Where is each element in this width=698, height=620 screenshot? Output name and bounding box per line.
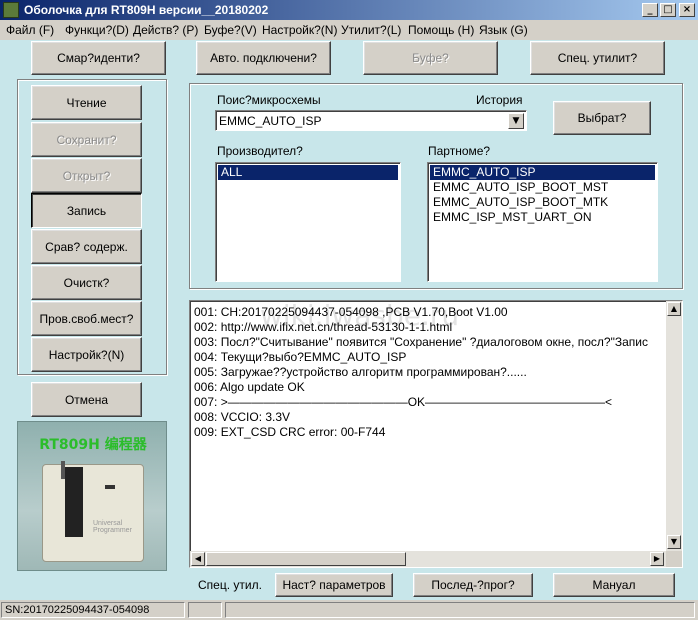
led-icon [105, 485, 115, 489]
log-line: 006: Algo update OK [194, 380, 305, 394]
list-item[interactable]: EMMC_AUTO_ISP [430, 165, 655, 180]
chip-search-label: Поис?микросхемы [217, 93, 321, 107]
scroll-up-icon[interactable]: ▲ [667, 302, 681, 316]
menu-functions[interactable]: Функци?(D) [65, 23, 129, 37]
settings-button[interactable]: Настройк?(N) [31, 337, 142, 372]
menu-bar: Файл (F) Функци?(D) Действ? (P) Буфе?(V)… [0, 20, 698, 40]
maximize-button[interactable]: □ [660, 3, 676, 17]
status-bar: SN:20170225094437-054098 [0, 600, 698, 620]
scroll-right-icon[interactable]: ▶ [650, 552, 664, 566]
horizontal-scrollbar[interactable]: ◀ ▶ [190, 551, 666, 567]
list-item[interactable]: EMMC_AUTO_ISP_BOOT_MST [430, 180, 655, 195]
device-label: RT809H 编程器 [39, 437, 147, 453]
manufacturer-label: Производител? [217, 144, 303, 158]
buffer-button[interactable]: Буфе? [363, 41, 498, 75]
log-line: 003: Посл?"Считывание" появится "Сохране… [194, 335, 648, 349]
last-program-button[interactable]: Послед-?прог? [413, 573, 533, 597]
compare-button[interactable]: Срав? содерж. [31, 229, 142, 264]
device-caption: Universal Programmer [93, 520, 132, 534]
parameters-button[interactable]: Наст? параметров [275, 573, 393, 597]
list-item[interactable]: EMMC_ISP_MST_UART_ON [430, 210, 655, 225]
chip-select-value: EMMC_AUTO_ISP [219, 114, 322, 128]
special-util-label: Спец. утил. [198, 578, 262, 592]
check-free-space-button[interactable]: Пров.своб.мест? [31, 301, 142, 336]
list-item[interactable]: EMMC_AUTO_ISP_BOOT_MTK [430, 195, 655, 210]
manufacturer-list[interactable]: ALL [215, 162, 401, 282]
partnumber-list[interactable]: EMMC_AUTO_ISP EMMC_AUTO_ISP_BOOT_MST EMM… [427, 162, 658, 282]
window-title: Оболочка для RT809H версии__20180202 [24, 3, 269, 17]
select-chip-button[interactable]: Выбрат? [553, 101, 651, 135]
chevron-down-icon[interactable]: ▼ [508, 113, 524, 129]
read-button[interactable]: Чтение [31, 85, 142, 120]
menu-buffer[interactable]: Буфе?(V) [204, 23, 257, 37]
menu-settings[interactable]: Настройк?(N) [262, 23, 337, 37]
socket-lever-icon [61, 461, 65, 479]
device-image: RT809H 编程器 Universal Programmer [17, 421, 167, 571]
log-line: 001: CH:20170225094437-054098 ,PCB V1.70… [194, 305, 508, 319]
smart-id-button[interactable]: Смар?иденти? [31, 41, 166, 75]
save-button[interactable]: Сохранит? [31, 122, 142, 157]
log-line: 008: VCCIO: 3.3V [194, 410, 291, 424]
cancel-button[interactable]: Отмена [31, 382, 142, 417]
log-line: 009: EXT_CSD CRC error: 00-F744 [194, 425, 386, 439]
app-icon [3, 2, 19, 18]
menu-utilities[interactable]: Утилит?(L) [341, 23, 401, 37]
menu-actions[interactable]: Действ? (P) [133, 23, 198, 37]
log-line: 002: http://www.ifix.net.cn/thread-53130… [194, 320, 453, 334]
special-utilities-button[interactable]: Спец. утилит? [530, 41, 665, 75]
menu-language[interactable]: Язык (G) [479, 23, 528, 37]
manual-button[interactable]: Мануал [553, 573, 675, 597]
chip-select[interactable]: EMMC_AUTO_ISP ▼ [215, 110, 527, 131]
open-button[interactable]: Открыт? [31, 158, 142, 193]
title-bar[interactable]: Оболочка для RT809H версии__20180202 _ □… [0, 0, 698, 20]
partnumber-label: Партноме? [428, 144, 491, 158]
zif-socket-icon [65, 467, 83, 537]
programmer-body: Universal Programmer [42, 461, 144, 562]
serial-number: SN:20170225094437-054098 [1, 602, 185, 618]
vertical-scrollbar[interactable]: ▲ ▼ [666, 301, 682, 551]
minimize-button[interactable]: _ [642, 3, 658, 17]
status-cell-empty-1 [188, 602, 222, 618]
close-button[interactable]: × [679, 3, 695, 17]
status-cell-empty-2 [225, 602, 695, 618]
list-item[interactable]: ALL [218, 165, 398, 180]
write-button[interactable]: Запись [31, 193, 142, 228]
log-line: 007: >———————————————OK———————————————< [194, 395, 613, 409]
auto-connect-button[interactable]: Авто. подключени? [196, 41, 331, 75]
log-output[interactable]: wiki.iwasbe.ru 001: CH:20170225094437-05… [189, 300, 683, 568]
erase-button[interactable]: Очистк? [31, 265, 142, 300]
log-line: 005: Загружае??устройство алгоритм прогр… [194, 365, 527, 379]
menu-help[interactable]: Помощь (H) [408, 23, 474, 37]
scroll-down-icon[interactable]: ▼ [667, 535, 681, 549]
menu-file[interactable]: Файл (F) [6, 23, 54, 37]
scroll-thumb[interactable] [206, 552, 406, 566]
scroll-left-icon[interactable]: ◀ [191, 552, 205, 566]
history-label[interactable]: История [476, 93, 523, 107]
log-line: 004: Текущи?выбо?EMMC_AUTO_ISP [194, 350, 407, 364]
scroll-corner [666, 551, 682, 567]
